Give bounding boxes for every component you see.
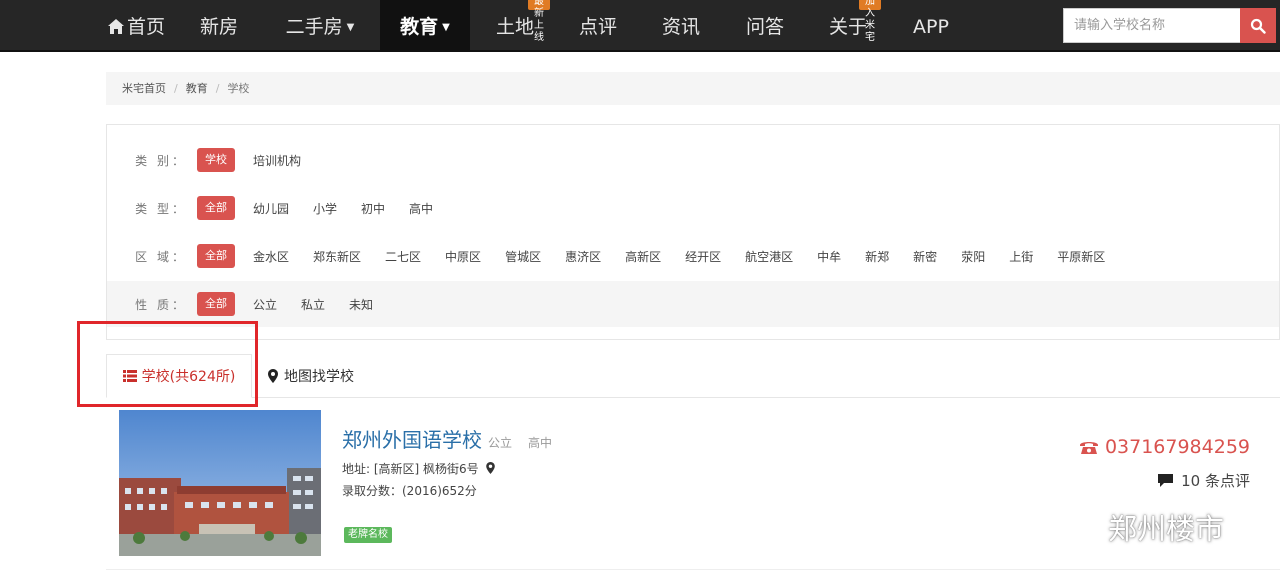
filter-option[interactable]: 初中	[361, 200, 385, 217]
map-pin-icon	[268, 369, 278, 383]
filter-label: 类 型：	[135, 201, 187, 216]
nav-education[interactable]: 教育 ▼	[380, 0, 470, 52]
nav-app[interactable]: APP	[906, 0, 956, 52]
filter-option[interactable]: 金水区	[253, 248, 289, 265]
tab-map[interactable]: 地图找学校	[268, 354, 354, 398]
nav-reviews[interactable]: 点评	[573, 0, 623, 52]
school-reviews-text: 10 条点评	[1181, 472, 1250, 490]
filter-option[interactable]: 中原区	[445, 248, 481, 265]
filter-selected[interactable]: 学校	[197, 148, 235, 172]
filter-option[interactable]: 中牟	[817, 248, 841, 265]
nav-about[interactable]: 加入米宅 关于	[823, 0, 881, 52]
breadcrumb-education[interactable]: 教育	[186, 82, 208, 95]
new-badge: 最新上线	[528, 0, 550, 43]
nav-qa[interactable]: 问答	[740, 0, 790, 52]
filter-option[interactable]: 幼儿园	[253, 200, 289, 217]
filter-label: 类 别：	[135, 153, 187, 168]
filter-option[interactable]: 未知	[349, 296, 373, 313]
filter-row-category: 类 别： 学校 培训机构	[107, 137, 1279, 183]
school-nature: 公立	[488, 436, 513, 450]
filter-option[interactable]: 惠济区	[565, 248, 601, 265]
school-photo[interactable]	[119, 410, 321, 556]
filter-option[interactable]: 上街	[1009, 248, 1033, 265]
chevron-down-icon: ▼	[346, 21, 355, 33]
search-placeholder: 请输入学校名称	[1074, 18, 1166, 33]
filter-option[interactable]: 航空港区	[745, 248, 793, 265]
school-reviews[interactable]: 10 条点评	[1158, 470, 1250, 491]
nav-qa-label: 问答	[745, 16, 784, 38]
filter-selected[interactable]: 全部	[197, 196, 235, 220]
nav-second-hand-label: 二手房	[285, 16, 343, 38]
chevron-down-icon: ▼	[442, 21, 450, 33]
filter-option[interactable]: 高中	[409, 200, 433, 217]
filter-option[interactable]: 管城区	[505, 248, 541, 265]
filter-option[interactable]: 公立	[253, 296, 277, 313]
top-nav: 首页 新房 二手房 ▼ 教育 ▼ 最新上线 土地 点评 资讯 问答 加入米宅 关于 …	[0, 0, 1280, 52]
school-address-text: 地址: [高新区] 枫杨街6号	[342, 462, 479, 476]
filter-selected[interactable]: 全部	[197, 244, 235, 268]
highlight-box	[77, 321, 258, 407]
filter-option[interactable]: 平原新区	[1057, 248, 1105, 265]
wechat-icon	[1058, 511, 1101, 543]
filter-option[interactable]: 郑东新区	[313, 248, 361, 265]
filter-option[interactable]: 新郑	[865, 248, 889, 265]
nav-reviews-label: 点评	[578, 16, 617, 38]
filter-option[interactable]: 私立	[301, 296, 325, 313]
filter-selected[interactable]: 全部	[197, 292, 235, 316]
school-phone[interactable]: 037167984259	[1079, 436, 1250, 458]
join-badge: 加入米宅	[859, 0, 881, 43]
home-icon	[107, 19, 124, 34]
comment-icon	[1158, 474, 1174, 487]
nav-home[interactable]: 首页	[104, 0, 168, 52]
filter-option[interactable]: 高新区	[625, 248, 661, 265]
school-level: 高中	[528, 436, 553, 450]
filter-option[interactable]: 二七区	[385, 248, 421, 265]
nav-land-label: 土地	[495, 16, 534, 38]
watermark: 郑州楼市	[1058, 506, 1224, 548]
filter-option[interactable]: 培训机构	[253, 152, 301, 169]
nav-land[interactable]: 最新上线 土地	[490, 0, 550, 52]
filter-option[interactable]: 新密	[913, 248, 937, 265]
breadcrumb: 米宅首页 / 教育 / 学校	[106, 72, 1280, 105]
phone-icon	[1079, 442, 1098, 454]
watermark-text: 郑州楼市	[1108, 512, 1225, 546]
search-input[interactable]: 请输入学校名称	[1063, 8, 1240, 43]
breadcrumb-current: 学校	[227, 82, 250, 95]
nav-news-label: 资讯	[661, 16, 700, 38]
nav-news[interactable]: 资讯	[656, 0, 706, 52]
filter-option[interactable]: 荥阳	[961, 248, 985, 265]
filter-row-nature: 性 质： 全部 公立 私立 未知	[107, 281, 1279, 327]
nav-app-label: APP	[913, 16, 949, 38]
nav-about-label: 关于	[828, 16, 867, 38]
nav-second-hand[interactable]: 二手房 ▼	[280, 0, 360, 52]
filter-option[interactable]: 小学	[313, 200, 337, 217]
school-badge: 老牌名校	[344, 527, 392, 543]
school-score: 录取分数：(2016)652分	[342, 484, 477, 498]
breadcrumb-home[interactable]: 米宅首页	[122, 82, 166, 95]
nav-new-homes-label: 新房	[199, 16, 238, 38]
map-pin-icon[interactable]	[485, 462, 495, 474]
search-button[interactable]	[1240, 8, 1276, 43]
filter-label: 区 域：	[135, 249, 187, 264]
nav-new-homes[interactable]: 新房	[194, 0, 244, 52]
filter-row-type: 类 型： 全部 幼儿园 小学 初中 高中	[107, 185, 1279, 231]
school-phone-text: 037167984259	[1104, 436, 1250, 458]
result-tabs: 学校(共624所) 地图找学校	[106, 354, 1280, 398]
filter-row-area: 区 域： 全部 金水区 郑东新区 二七区 中原区 管城区 惠济区 高新区 经开区 航空港区 中牟 新…	[107, 233, 1279, 279]
filter-panel: 类 别： 学校 培训机构 类 型： 全部 幼儿园 小学 初中 高中 区 域： 全部 金…	[106, 124, 1280, 340]
tab-map-label: 地图找学校	[284, 369, 354, 385]
nav-home-label: 首页	[126, 16, 165, 38]
nav-education-label: 教育	[400, 16, 439, 38]
school-address: 地址: [高新区] 枫杨街6号	[342, 460, 495, 477]
school-name-text: 郑州外国语学校	[342, 428, 482, 452]
filter-option[interactable]: 经开区	[685, 248, 721, 265]
filter-label: 性 质：	[135, 297, 187, 312]
search-icon	[1250, 18, 1266, 34]
school-name[interactable]: 郑州外国语学校 公立 高中	[342, 424, 552, 453]
